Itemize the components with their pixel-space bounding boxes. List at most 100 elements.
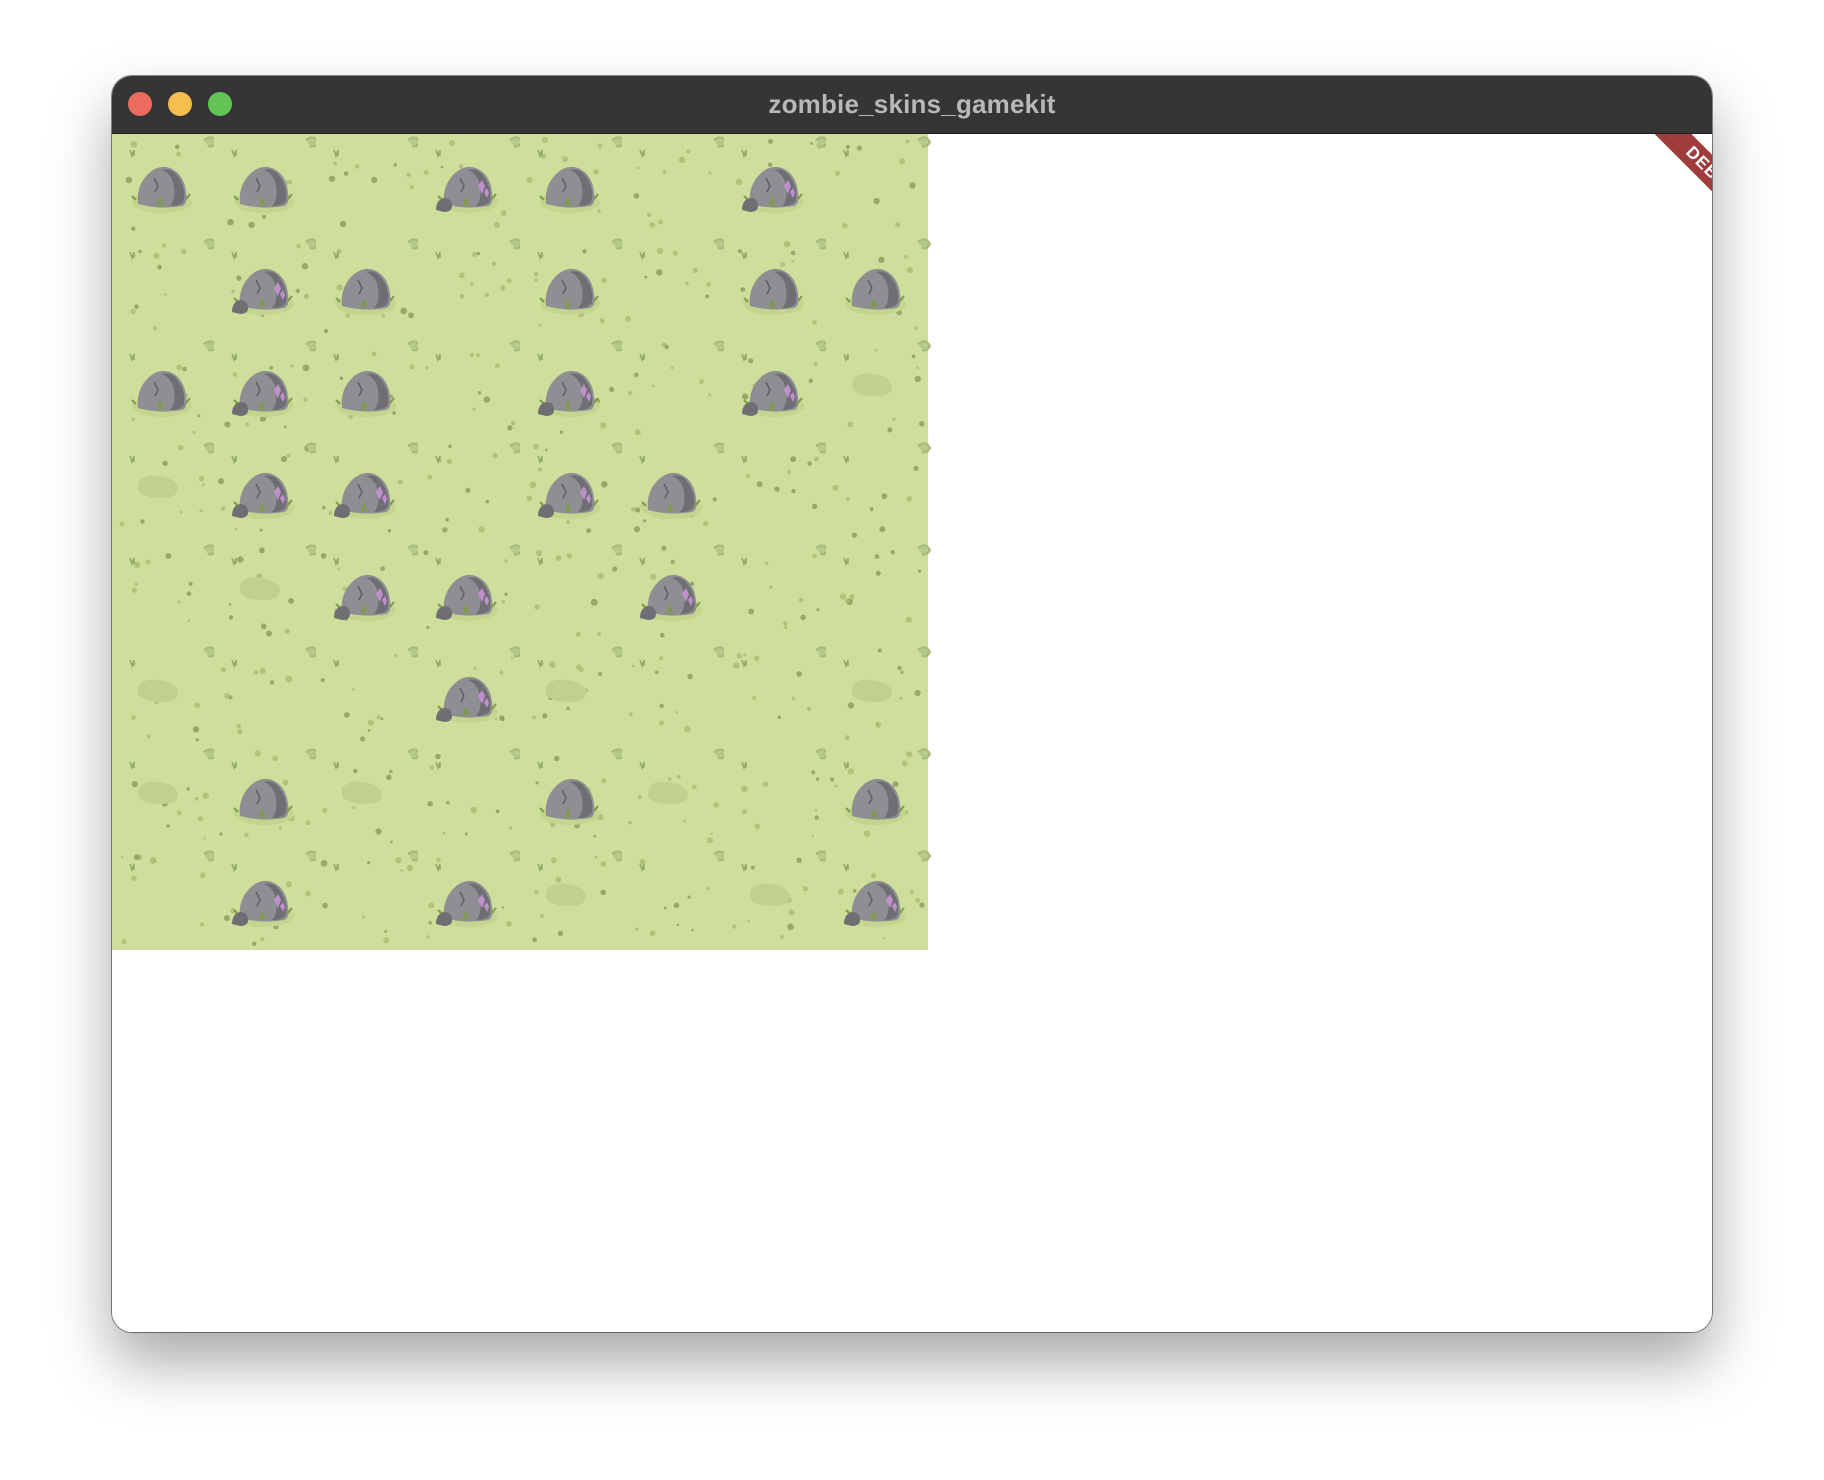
board-tile-grass[interactable] — [316, 644, 422, 746]
board-tile-rock[interactable] — [520, 236, 626, 338]
grass-icon — [840, 544, 932, 623]
crystal-rock-icon — [435, 646, 524, 723]
board-tile-rock-with-crystal[interactable] — [724, 134, 830, 236]
grass-icon — [220, 646, 320, 735]
board-tile-grass[interactable] — [622, 338, 728, 440]
grass-icon — [741, 442, 830, 509]
desktop-canvas: zombie_skins_gamekit DEBUG — [0, 0, 1824, 1480]
grass-patch-icon — [628, 748, 728, 844]
board-tile-rock[interactable] — [826, 236, 932, 338]
crystal-rock-icon — [526, 442, 626, 534]
rock-icon — [333, 340, 422, 419]
board-tile-grass-with-patch[interactable] — [520, 644, 626, 746]
board-tile-grass[interactable] — [622, 236, 728, 338]
board-tile-rock-with-crystal[interactable] — [214, 848, 320, 950]
board-tile-grass[interactable] — [418, 746, 524, 848]
board-tile-grass[interactable] — [622, 134, 728, 236]
board-tile-grass-with-patch[interactable] — [112, 746, 218, 848]
board-tile-rock-with-crystal[interactable] — [622, 542, 728, 644]
title-bar[interactable]: zombie_skins_gamekit — [112, 76, 1712, 134]
board-tile-rock-with-crystal[interactable] — [214, 440, 320, 542]
board-tile-rock[interactable] — [826, 746, 932, 848]
board-tile-grass-with-patch[interactable] — [112, 644, 218, 746]
board-tile-grass[interactable] — [418, 440, 524, 542]
board-tile-rock[interactable] — [112, 134, 218, 236]
board-tile-grass[interactable] — [622, 644, 728, 746]
board-tile-grass-with-patch[interactable] — [826, 338, 932, 440]
board-tile-rock[interactable] — [724, 236, 830, 338]
board-tile-grass-with-patch[interactable] — [826, 644, 932, 746]
grass-patch-icon — [732, 850, 830, 939]
rock-icon — [843, 238, 932, 330]
board-tile-rock-with-crystal[interactable] — [418, 542, 524, 644]
board-tile-rock-with-crystal[interactable] — [520, 440, 626, 542]
grass-icon — [425, 340, 524, 431]
board-tile-grass[interactable] — [724, 746, 830, 848]
board-tile-rock-with-crystal[interactable] — [418, 134, 524, 236]
board-tile-rock-with-crystal[interactable] — [418, 644, 524, 746]
board-tile-rock[interactable] — [520, 746, 626, 848]
board-tile-grass[interactable] — [724, 542, 830, 644]
board-tile-grass-with-patch[interactable] — [622, 746, 728, 848]
board-tile-grass-with-patch[interactable] — [316, 746, 422, 848]
board-tile-rock[interactable] — [622, 440, 728, 542]
board-tile-rock-with-crystal[interactable] — [826, 848, 932, 950]
grass-patch-icon — [228, 544, 320, 637]
board-tile-grass[interactable] — [316, 134, 422, 236]
board-tile-grass-with-patch[interactable] — [520, 848, 626, 950]
crystal-rock-icon — [231, 238, 320, 317]
board-tile-rock[interactable] — [316, 338, 422, 440]
board-tile-rock-with-crystal[interactable] — [418, 848, 524, 950]
board-tile-grass[interactable] — [214, 644, 320, 746]
rock-icon — [533, 238, 626, 327]
board-tile-grass[interactable] — [826, 440, 932, 542]
board-tile-grass[interactable] — [418, 236, 524, 338]
board-tile-rock-with-crystal[interactable] — [520, 338, 626, 440]
rock-icon — [630, 442, 728, 533]
board-tile-rock-with-crystal[interactable] — [316, 440, 422, 542]
board-tile-grass-with-patch[interactable] — [112, 440, 218, 542]
board-tile-grass-with-patch[interactable] — [724, 848, 830, 950]
board-tile-grass[interactable] — [724, 440, 830, 542]
crystal-rock-icon — [223, 850, 320, 946]
board-tile-rock-with-crystal[interactable] — [316, 542, 422, 644]
board-tile-rock[interactable] — [316, 236, 422, 338]
board-tile-grass[interactable] — [112, 236, 218, 338]
grass-icon — [633, 136, 728, 228]
crystal-rock-icon — [224, 340, 320, 429]
grass-icon — [741, 748, 830, 837]
board-tile-grass[interactable] — [826, 134, 932, 236]
board-tile-rock-with-crystal[interactable] — [214, 236, 320, 338]
board-tile-grass[interactable] — [622, 848, 728, 950]
window-title: zombie_skins_gamekit — [768, 89, 1056, 119]
grass-icon — [328, 136, 422, 228]
board-tile-grass[interactable] — [520, 542, 626, 644]
grass-icon — [320, 850, 422, 944]
rock-icon — [535, 748, 626, 838]
board-tile-rock-with-crystal[interactable] — [724, 338, 830, 440]
board-tile-grass-with-patch[interactable] — [214, 542, 320, 644]
crystal-rock-icon — [837, 850, 932, 940]
board-tile-rock[interactable] — [112, 338, 218, 440]
rock-icon — [737, 238, 830, 325]
game-board[interactable] — [112, 134, 948, 950]
board-tile-grass[interactable] — [112, 848, 218, 950]
grass-patch-icon — [129, 748, 218, 840]
debug-banner: DEBUG — [1592, 134, 1712, 254]
board-tile-rock[interactable] — [520, 134, 626, 236]
board-tile-grass[interactable] — [316, 848, 422, 950]
debug-banner-label: DEBUG — [1632, 134, 1712, 253]
board-tile-rock[interactable] — [214, 134, 320, 236]
rock-icon — [219, 748, 320, 838]
grass-patch-icon — [322, 748, 422, 844]
grass-icon — [741, 544, 830, 629]
grass-patch-icon — [119, 442, 218, 527]
board-tile-rock[interactable] — [214, 746, 320, 848]
board-tile-grass[interactable] — [418, 338, 524, 440]
board-tile-grass[interactable] — [826, 542, 932, 644]
crystal-rock-icon — [426, 850, 524, 939]
game-viewport[interactable]: DEBUG — [112, 134, 1712, 1332]
board-tile-grass[interactable] — [112, 542, 218, 644]
board-tile-rock-with-crystal[interactable] — [214, 338, 320, 440]
board-tile-grass[interactable] — [724, 644, 830, 746]
